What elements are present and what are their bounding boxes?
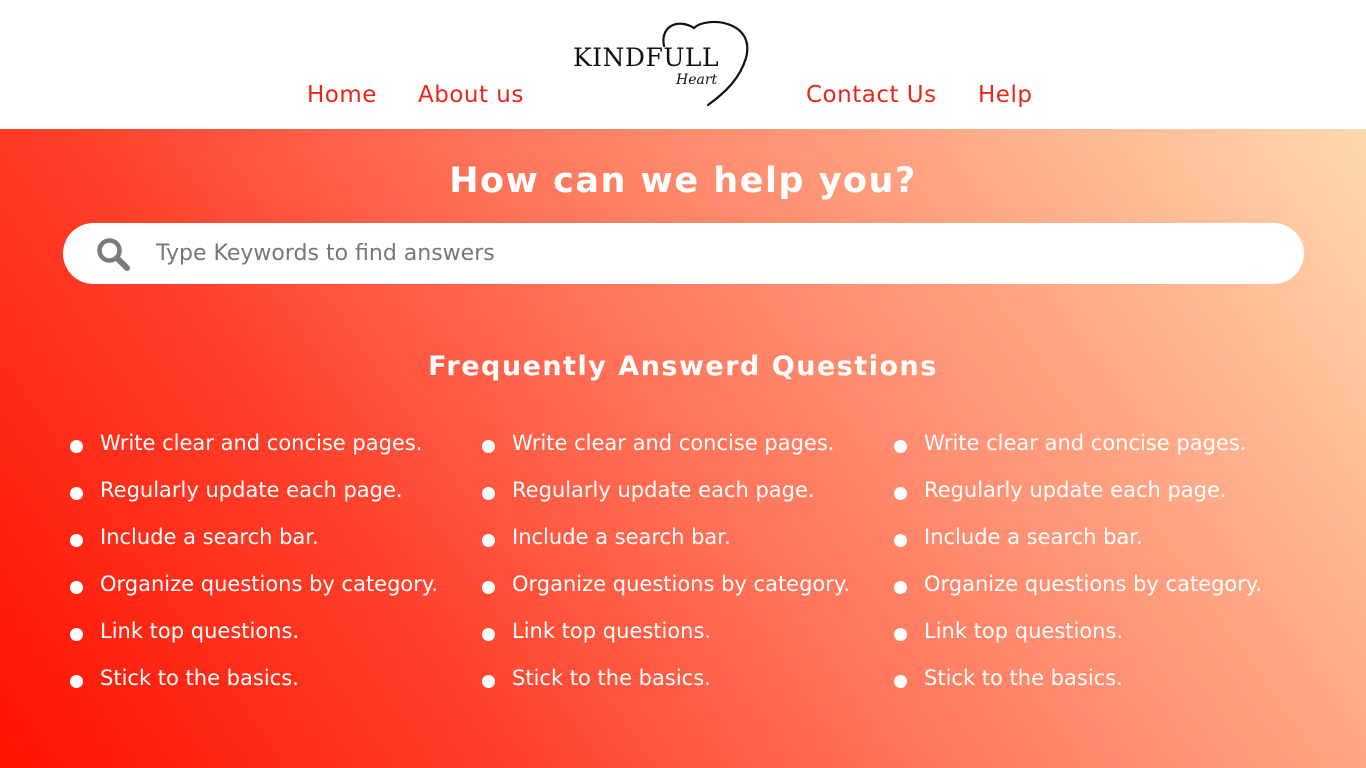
search-bar[interactable] [63, 223, 1304, 284]
kindfull-heart-logo[interactable]: KINDFULL Heart [568, 18, 758, 110]
faq-item-text: Write clear and concise pages. [100, 431, 423, 455]
logo-subtitle: Heart [676, 72, 718, 88]
bullet-icon [482, 628, 495, 641]
bullet-icon [482, 487, 495, 500]
search-icon[interactable] [96, 237, 130, 271]
bullet-icon [894, 487, 907, 500]
bullet-icon [894, 440, 907, 453]
faq-item-text: Write clear and concise pages. [512, 431, 835, 455]
faq-item-text: Regularly update each page. [924, 478, 1227, 502]
faq-item-text: Link top questions. [100, 619, 300, 643]
site-header: Home About us KINDFULL Heart Contact Us … [0, 0, 1366, 129]
nav-help-link[interactable]: Help [978, 82, 1032, 108]
bullet-icon [894, 628, 907, 641]
bullet-icon [70, 440, 83, 453]
faq-item-text: Include a search bar. [100, 525, 319, 549]
faq-item-text: Write clear and concise pages. [924, 431, 1247, 455]
faq-item-text: Organize questions by category. [512, 572, 851, 596]
bullet-icon [894, 534, 907, 547]
bullet-icon [70, 534, 83, 547]
bullet-icon [894, 581, 907, 594]
faq-item-text: Link top questions. [924, 619, 1124, 643]
faq-item-text: Regularly update each page. [100, 478, 403, 502]
bullet-icon [70, 581, 83, 594]
faq-item-text: Link top questions. [512, 619, 712, 643]
faq-item-text: Regularly update each page. [512, 478, 815, 502]
help-hero-section: How can we help you? Frequently Answerd … [0, 129, 1366, 768]
bullet-icon [482, 534, 495, 547]
page-title: How can we help you? [449, 161, 917, 201]
bullet-icon [482, 675, 495, 688]
faq-item-text: Include a search bar. [512, 525, 731, 549]
faq-item-text: Include a search bar. [924, 525, 1143, 549]
bullet-icon [894, 675, 907, 688]
bullet-icon [482, 440, 495, 453]
nav-home-link[interactable]: Home [307, 82, 377, 108]
search-input[interactable] [156, 233, 1276, 274]
faq-item-text: Organize questions by category. [100, 572, 439, 596]
faq-title: Frequently Answerd Questions [428, 351, 938, 382]
logo-name: KINDFULL [573, 43, 720, 72]
bullet-icon [70, 675, 83, 688]
nav-contact-link[interactable]: Contact Us [806, 82, 937, 108]
faq-item-text: Stick to the basics. [100, 666, 299, 690]
faq-item-text: Organize questions by category. [924, 572, 1263, 596]
nav-about-link[interactable]: About us [418, 82, 524, 108]
faq-item-text: Stick to the basics. [512, 666, 711, 690]
bullet-icon [482, 581, 495, 594]
bullet-icon [70, 487, 83, 500]
faq-item-text: Stick to the basics. [924, 666, 1123, 690]
bullet-icon [70, 628, 83, 641]
